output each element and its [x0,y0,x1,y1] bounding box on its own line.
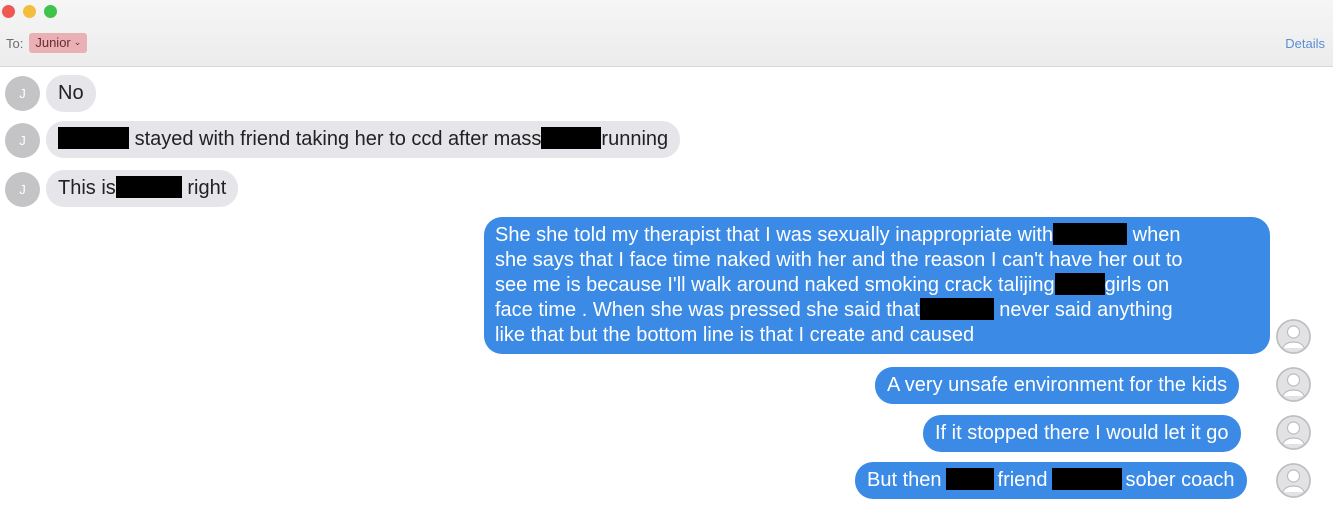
to-label: To: [6,35,24,51]
my-avatar [1276,319,1311,354]
message-line: see me is because I'll walk around naked… [495,273,1260,298]
chevron-down-icon: ⌄ [73,37,82,47]
message-text: running [601,128,669,150]
message-text: see me is because I'll walk around naked… [495,274,1055,296]
details-button[interactable]: Details [1285,36,1325,51]
avatar-initial: J [19,86,26,101]
redaction-bar [541,127,602,149]
to-row: To: Junior ⌄ [6,33,88,53]
user-silhouette-icon [1276,463,1311,498]
message-text: sober coach [1125,469,1235,491]
message-text: She she told my therapist that I was sex… [495,224,1054,246]
message-text: when [1132,224,1181,246]
user-silhouette-icon [1276,319,1311,354]
message-text: friend [997,469,1048,491]
incoming-message[interactable]: stayed with friend taking her to ccd aft… [46,121,681,158]
contact-avatar[interactable]: J [5,123,40,158]
message-line: face time . When she was pressed she sai… [495,298,1260,323]
conversation-header: To: Junior ⌄ Details [0,0,1333,67]
message-line: she says that I face time naked with her… [495,248,1260,273]
recipient-name: Junior [35,35,71,50]
window-controls [2,5,57,18]
close-window-button[interactable] [2,5,15,18]
outgoing-message[interactable]: She she told my therapist that I was sex… [484,217,1270,354]
avatar-initial: J [19,133,26,148]
message-text: girls on [1104,274,1170,296]
incoming-message[interactable]: No [46,75,96,112]
message-line: She she told my therapist that I was sex… [495,223,1260,248]
message-text: stayed with friend taking her to ccd aft… [134,128,542,150]
message-text: A very unsafe environment for the kids [887,374,1228,396]
maximize-window-button[interactable] [44,5,57,18]
redaction-bar [58,127,129,149]
redaction-bar [1051,468,1122,490]
message-line: like that but the bottom line is that I … [495,323,1260,348]
message-text: right [187,177,227,199]
message-text: This is [58,177,116,199]
user-silhouette-icon [1276,367,1311,402]
outgoing-message[interactable]: But then friend sober coach [855,462,1247,499]
redaction-bar [1054,273,1105,295]
redaction-bar [919,298,994,320]
message-text: she says that I face time naked with her… [495,249,1183,271]
incoming-message[interactable]: This is right [46,170,239,207]
message-text: face time . When she was pressed she sai… [495,299,920,321]
redaction-bar [115,176,182,198]
outgoing-message[interactable]: If it stopped there I would let it go [923,415,1241,452]
message-text: If it stopped there I would let it go [935,422,1229,444]
message-text: But then [867,469,942,491]
message-text: like that but the bottom line is that I … [495,324,975,346]
outgoing-message[interactable]: A very unsafe environment for the kids [875,367,1240,404]
my-avatar [1276,463,1311,498]
messages-window: To: Junior ⌄ Details J No J stayed with … [0,0,1333,518]
redaction-bar [1053,223,1128,245]
contact-avatar[interactable]: J [5,76,40,111]
recipient-chip[interactable]: Junior ⌄ [29,33,88,53]
redaction-bar [945,468,994,490]
my-avatar [1276,367,1311,402]
message-text: No [58,82,84,104]
message-text: never said anything [999,299,1173,321]
minimize-window-button[interactable] [23,5,36,18]
my-avatar [1276,415,1311,450]
avatar-initial: J [19,182,26,197]
contact-avatar[interactable]: J [5,172,40,207]
user-silhouette-icon [1276,415,1311,450]
